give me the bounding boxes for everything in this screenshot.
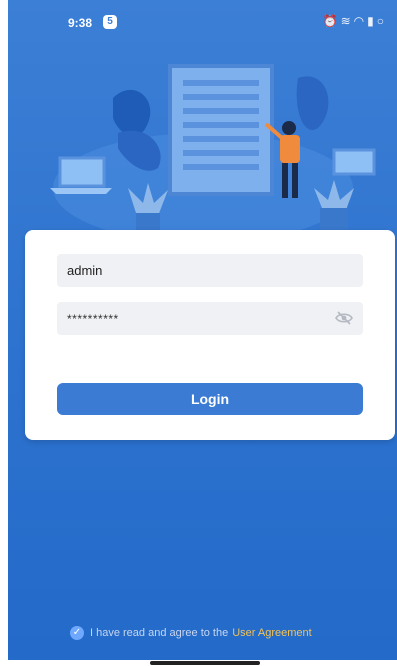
monitor-screen (332, 148, 376, 176)
leaf-shape-left (113, 89, 151, 137)
user-agreement-link[interactable]: User Agreement (232, 627, 311, 639)
document-line (183, 80, 259, 86)
alarm-icon: ⏰ (322, 14, 341, 28)
signal-icon: ▮ (367, 14, 377, 28)
username-value: admin (67, 263, 103, 278)
checkbox-checked-icon[interactable]: ✓ (70, 626, 84, 640)
password-value: ********** (67, 311, 119, 326)
laptop-screen (58, 156, 106, 188)
eye-off-icon[interactable] (335, 311, 353, 325)
vibrate-icon: ≋ (340, 14, 354, 28)
person-head (282, 121, 296, 135)
document-line (183, 108, 259, 114)
plant-pot-right (320, 208, 348, 230)
battery-icon: ○ (376, 14, 387, 28)
document-line (183, 94, 259, 100)
username-field[interactable]: admin (57, 254, 363, 287)
login-screen: 9:38 5 ⏰≋◠▮○ admin ********** Login ✓ I … (8, 0, 397, 660)
document-line (183, 164, 259, 170)
laptop-base (50, 188, 112, 194)
agreement-text: I have read and agree to the (90, 627, 229, 639)
leaf-shape-right (296, 76, 329, 130)
password-field[interactable]: ********** (57, 302, 363, 335)
home-indicator[interactable] (150, 661, 260, 665)
status-time: 9:38 (68, 16, 93, 30)
status-bar: 9:38 5 ⏰≋◠▮○ (8, 0, 397, 34)
person-body (280, 135, 300, 163)
plant-pot-left (136, 213, 160, 231)
notification-badge: 5 (103, 15, 117, 29)
status-icons: ⏰≋◠▮○ (323, 14, 387, 28)
person-leg (282, 163, 288, 198)
wifi-icon: ◠ (353, 14, 368, 28)
document-line (183, 150, 259, 156)
login-button[interactable]: Login (57, 383, 363, 415)
document-line (183, 136, 259, 142)
header-illustration (50, 64, 376, 238)
document-line (183, 122, 259, 128)
login-card: admin ********** Login (25, 230, 395, 440)
agreement-row: ✓ I have read and agree to the User Agre… (70, 626, 312, 640)
person-leg (292, 163, 298, 198)
